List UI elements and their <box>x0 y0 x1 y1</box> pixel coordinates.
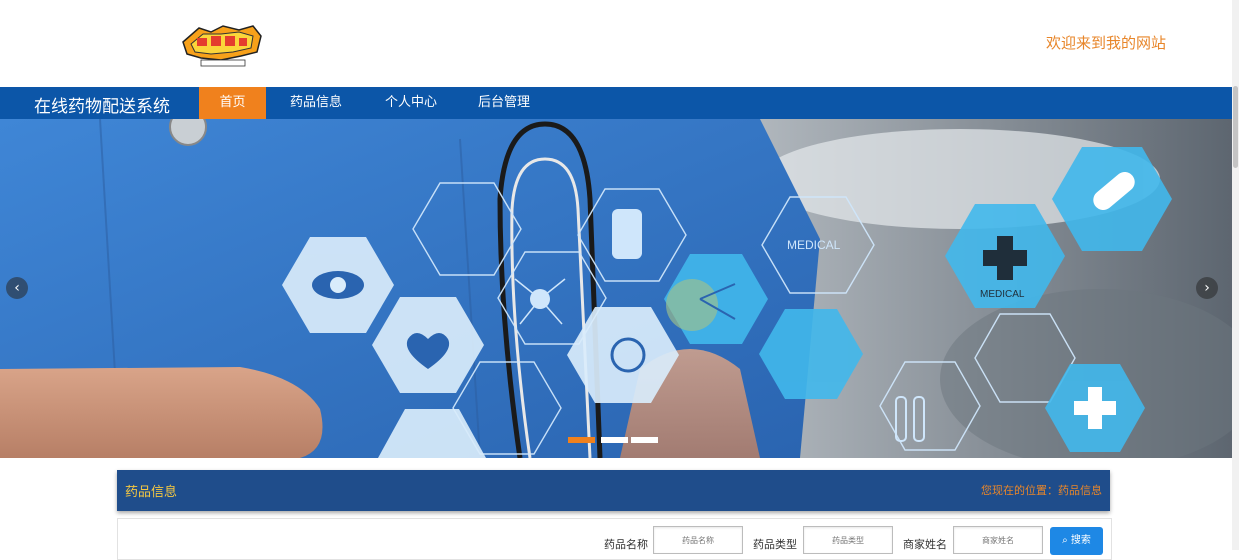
breadcrumb: 您现在的位置：药品信息 <box>981 484 1102 497</box>
hex-label-medical-2: MEDICAL <box>980 289 1025 300</box>
welcome-text: 欢迎来到我的网站 <box>1046 34 1167 52</box>
site-header: 欢迎来到我的网站 <box>0 0 1239 87</box>
search-button[interactable]: ⌕ 搜索 <box>1050 527 1103 555</box>
hero-carousel: MEDICAL MEDICAL ‹ › <box>0 119 1232 458</box>
carousel-next-button[interactable]: › <box>1196 277 1218 299</box>
site-brand[interactable]: 在线药物配送系统 <box>34 92 170 117</box>
scrollbar-thumb[interactable] <box>1233 86 1238 168</box>
carousel-prev-button[interactable]: ‹ <box>6 277 28 299</box>
nav-item-personal-center[interactable]: 个人中心 <box>375 87 447 119</box>
nav-item-drug-info[interactable]: 药品信息 <box>280 87 352 119</box>
site-logo[interactable] <box>181 22 263 68</box>
search-bar: 药品名称 药品名称 药品类型 药品类型 商家姓名 商家姓名 ⌕ 搜索 <box>117 518 1112 560</box>
main-navbar: 在线药物配送系统 首页 药品信息 个人中心 后台管理 <box>0 87 1232 119</box>
carousel-indicator-3[interactable] <box>631 437 658 443</box>
nav-item-admin[interactable]: 后台管理 <box>468 87 540 119</box>
section-title: 药品信息 <box>125 485 178 500</box>
carousel-slide-image: MEDICAL MEDICAL <box>0 119 1232 458</box>
search-button-label: 搜索 <box>1070 535 1091 546</box>
search-icon: ⌕ <box>1062 535 1068 546</box>
hex-label-medical-1: MEDICAL <box>787 238 841 252</box>
carousel-indicator-1[interactable] <box>568 437 595 443</box>
carousel-indicator-2[interactable] <box>601 437 628 443</box>
page-scrollbar[interactable] <box>1232 0 1239 550</box>
section-header: 药品信息 您现在的位置：药品信息 <box>117 470 1110 511</box>
nav-item-home[interactable]: 首页 <box>199 87 266 119</box>
